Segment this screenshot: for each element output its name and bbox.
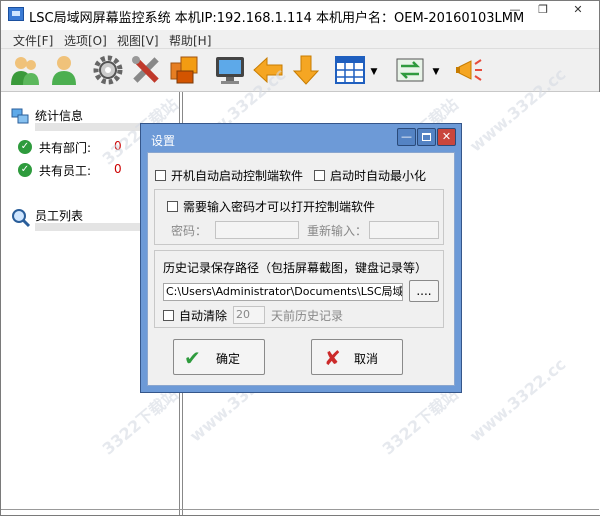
auto-clear-label: 自动清除 (179, 309, 228, 323)
grid-icon[interactable] (333, 53, 367, 87)
grid-dropdown-arrow[interactable]: ▼ (369, 67, 379, 77)
menu-file[interactable]: 文件[F] (13, 32, 53, 49)
stats-icon (11, 107, 29, 125)
menu-bar: 文件[F] 选项[O] 视图[V] 帮助[H] (1, 30, 599, 49)
password-field[interactable] (215, 221, 299, 239)
status-divider (1, 509, 599, 510)
cancel-button[interactable]: ✘ 取消 (311, 339, 403, 375)
departments-label: 共有部门: (39, 141, 92, 155)
check-circle-icon: ✓ (18, 163, 32, 177)
main-window: LSC局域网屏幕监控系统 本机IP:192.168.1.114 本机用户名：OE… (0, 0, 600, 516)
reenter-password-field[interactable] (369, 221, 439, 239)
check-circle-icon: ✓ (18, 140, 32, 154)
dialog-title: 设置 (151, 134, 176, 148)
auto-start-label: 开机自动启动控制端软件 (171, 169, 304, 183)
boxes-icon[interactable] (167, 53, 201, 87)
gear-icon[interactable] (91, 53, 125, 87)
cancel-label: 取消 (354, 352, 379, 366)
title-bar: LSC局域网屏幕监控系统 本机IP:192.168.1.114 本机用户名：OE… (1, 1, 599, 29)
transfer-icon[interactable] (393, 53, 427, 87)
user-icon[interactable] (47, 53, 81, 87)
browse-button[interactable]: .... (409, 280, 439, 302)
app-monitor-icon (8, 7, 24, 21)
dialog-minimize-button[interactable]: — (397, 128, 416, 146)
ok-label: 确定 (216, 352, 241, 366)
broadcast-icon[interactable] (453, 53, 487, 87)
auto-clear-days-field[interactable]: 20 (233, 306, 265, 324)
auto-minimize-checkbox[interactable] (314, 170, 325, 181)
dialog-maximize-button[interactable] (417, 128, 436, 146)
require-password-checkbox[interactable] (167, 201, 178, 212)
employees-label: 共有员工: (39, 164, 92, 178)
settings-dialog: 设置 — ✕ 开机自动启动控制端软件 启动时自动最小化 需要输入密码才可以打开控… (140, 123, 462, 393)
minimize-button[interactable]: — (501, 1, 529, 19)
restore-button[interactable]: ❐ (529, 1, 557, 19)
stats-title: 统计信息 (35, 109, 84, 123)
search-user-icon (11, 208, 31, 228)
auto-minimize-label: 启动时自动最小化 (330, 169, 427, 183)
transfer-dropdown-arrow[interactable]: ▼ (431, 67, 441, 77)
close-button[interactable]: ✕ (559, 1, 597, 19)
arrow-down-icon[interactable] (289, 53, 323, 87)
auto-clear-checkbox[interactable] (163, 310, 174, 321)
menu-help[interactable]: 帮助[H] (169, 32, 211, 49)
history-path-label: 历史记录保存路径（包括屏幕截图，键盘记录等） (163, 261, 428, 275)
password-group: 需要输入密码才可以打开控制端软件 密码： 重新输入： (154, 189, 444, 245)
cross-icon: ✘ (324, 346, 341, 370)
dialog-body: 开机自动启动控制端软件 启动时自动最小化 需要输入密码才可以打开控制端软件 密码… (147, 152, 455, 386)
employee-list-title[interactable]: 员工列表 (35, 207, 83, 224)
dialog-close-button[interactable]: ✕ (437, 128, 456, 146)
users-icon[interactable] (9, 53, 43, 87)
auto-start-checkbox[interactable] (155, 170, 166, 181)
reenter-password-label: 重新输入： (307, 224, 368, 238)
tools-icon[interactable] (129, 53, 163, 87)
checkmark-icon: ✔ (184, 346, 201, 370)
history-path-field[interactable]: C:\Users\Administrator\Documents\LSC局域网屏… (163, 283, 403, 301)
toolbar: ▼ ▼ (1, 49, 599, 92)
menu-options[interactable]: 选项[O] (64, 32, 107, 49)
window-title: LSC局域网屏幕监控系统 本机IP:192.168.1.114 本机用户名：OE… (29, 11, 525, 26)
history-group: 历史记录保存路径（包括屏幕截图，键盘记录等） C:\Users\Administ… (154, 250, 444, 328)
menu-view[interactable]: 视图[V] (117, 32, 159, 49)
password-label: 密码： (171, 224, 208, 238)
monitor-icon[interactable] (213, 53, 247, 87)
auto-clear-suffix: 天前历史记录 (271, 309, 344, 323)
require-password-label: 需要输入密码才可以打开控制端软件 (183, 200, 376, 214)
ok-button[interactable]: ✔ 确定 (173, 339, 265, 375)
